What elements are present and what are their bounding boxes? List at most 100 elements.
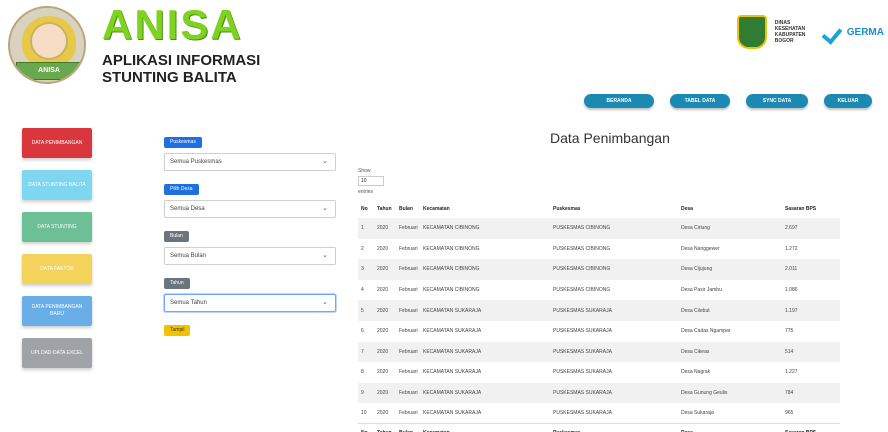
tahun-select-value: Semua Tahun xyxy=(170,300,207,306)
menu-button-data-stunting-balita[interactable]: DATA STUNTING BALITA xyxy=(22,170,92,200)
table-cell: KECAMATAN SUKARAJA xyxy=(423,410,482,417)
entries-per-page-value: 10 xyxy=(361,178,367,184)
desa-select[interactable]: Semua Desa ⌄ xyxy=(164,200,336,218)
tahun-select[interactable]: Semua Tahun ⌄ xyxy=(164,294,336,312)
table-cell: Februari xyxy=(399,225,418,232)
column-header[interactable]: No xyxy=(358,423,374,432)
table-cell: 2020 xyxy=(377,225,389,232)
table-row[interactable]: 3 2020 Februari KECAMATAN CIBINONG PUSKESMAS… xyxy=(358,259,840,280)
left-menu: DATA PENIMBANGAN DATA STUNTING BALITA DATA… xyxy=(22,128,92,380)
menu-button-upload-data-excel[interactable]: UPLOAD DATA EXCEL xyxy=(22,338,92,368)
column-header[interactable]: Kecamatan xyxy=(420,200,550,218)
table-cell: Februari xyxy=(399,369,418,376)
table-cell: Februari xyxy=(399,245,418,252)
column-header[interactable]: Bulan xyxy=(396,200,420,218)
table-cell: Desa Cijujung xyxy=(681,266,713,273)
nav-button-tabel-data[interactable]: TABEL DATA xyxy=(670,94,730,108)
data-panel: Data Penimbangan Show 10 entries No Tahun… xyxy=(352,130,886,432)
table-cell: 2020 xyxy=(377,328,389,335)
table-cell: 2.697 xyxy=(785,225,798,232)
table-cell: Desa Cadas Ngampar xyxy=(681,328,731,335)
tampil-button[interactable]: Tampil xyxy=(164,325,191,336)
table-cell: 9 xyxy=(361,390,364,397)
menu-button-data-stunting[interactable]: DATA STUNTING xyxy=(22,212,92,242)
chevron-down-icon: ⌄ xyxy=(322,158,328,165)
column-header[interactable]: Sasaran BPS xyxy=(782,200,840,218)
table-row[interactable]: 8 2020 Februari KECAMATAN SUKARAJA PUSKESMAS… xyxy=(358,362,840,383)
table-cell: 965 xyxy=(785,410,794,417)
table-cell: PUSKESMAS SUKARAJA xyxy=(553,410,612,417)
table-cell: 5 xyxy=(361,307,364,314)
table-row[interactable]: 1 2020 Februari KECAMATAN CIBINONG PUSKESMAS… xyxy=(358,218,840,239)
puskesmas-select[interactable]: Semua Puskesmas ⌄ xyxy=(164,153,336,171)
menu-button-data-penimbangan-baru[interactable]: DATA PENIMBANGAN BARU xyxy=(22,296,92,326)
table-row[interactable]: 5 2020 Februari KECAMATAN SUKARAJA PUSKESMAS… xyxy=(358,300,840,321)
table-cell: Februari xyxy=(399,348,418,355)
table-cell: 2020 xyxy=(377,266,389,273)
table-cell: 2020 xyxy=(377,245,389,252)
table-cell: 514 xyxy=(785,348,794,355)
entries-per-page-select[interactable]: 10 xyxy=(358,176,384,186)
regency-seal-icon xyxy=(736,15,767,49)
table-cell: 10 xyxy=(361,410,367,417)
nav-button-beranda[interactable]: BERANDA xyxy=(584,94,654,108)
chevron-down-icon: ⌄ xyxy=(322,299,328,306)
column-header[interactable]: Tahun xyxy=(374,423,396,432)
table-cell: KECAMATAN CIBINONG xyxy=(423,287,480,294)
menu-button-data-faktor[interactable]: DATA FAKTOR xyxy=(22,254,92,284)
table-cell: KECAMATAN SUKARAJA xyxy=(423,348,482,355)
table-cell: 1.197 xyxy=(785,307,798,314)
column-header[interactable]: Bulan xyxy=(396,423,420,432)
column-header[interactable]: No xyxy=(358,200,374,218)
table-row[interactable]: 4 2020 Februari KECAMATAN CIBINONG PUSKESMAS… xyxy=(358,280,840,301)
table-cell: 775 xyxy=(785,328,794,335)
column-header[interactable]: Tahun xyxy=(374,200,396,218)
table-cell: Desa Cikeas xyxy=(681,348,710,355)
table-cell: PUSKESMAS CIBINONG xyxy=(553,287,611,294)
table-cell: 2020 xyxy=(377,307,389,314)
brand-subtitle-line2: STUNTING BALITA xyxy=(102,69,237,86)
column-header[interactable]: Kecamatan xyxy=(420,423,550,432)
column-header[interactable]: Puskesmas xyxy=(550,423,678,432)
table-cell: 6 xyxy=(361,328,364,335)
table-cell: KECAMATAN CIBINONG xyxy=(423,225,480,232)
table-cell: 2.011 xyxy=(785,266,798,273)
table-cell: KECAMATAN SUKARAJA xyxy=(423,369,482,376)
table-row[interactable]: 10 2020 Februari KECAMATAN SUKARAJA PUSKESMA… xyxy=(358,403,840,424)
data-table: No Tahun Bulan Kecamatan Puskesmas Desa Sasara… xyxy=(358,200,840,432)
table-row[interactable]: 9 2020 Februari KECAMATAN SUKARAJA PUSKESMAS… xyxy=(358,382,840,404)
column-header[interactable]: Puskesmas xyxy=(550,200,678,218)
table-header-row: No Tahun Bulan Kecamatan Puskesmas Desa Sasara… xyxy=(358,200,840,218)
logo-banner: ANISA xyxy=(16,62,82,80)
menu-button-data-penimbangan[interactable]: DATA PENIMBANGAN xyxy=(22,128,92,158)
table-cell: 2020 xyxy=(377,287,389,294)
table-cell: 2020 xyxy=(377,348,389,355)
table-cell: Februari xyxy=(399,287,418,294)
desa-select-value: Semua Desa xyxy=(170,206,205,212)
nav-button-sync-data[interactable]: SYNC DATA xyxy=(746,94,808,108)
table-cell: 2 xyxy=(361,245,364,252)
checkmark-icon xyxy=(823,21,845,43)
bulan-select[interactable]: Semua Bulan ⌄ xyxy=(164,247,336,265)
column-header[interactable]: Desa xyxy=(678,423,782,432)
table-cell: 2020 xyxy=(377,369,389,376)
chevron-down-icon: ⌄ xyxy=(322,252,328,259)
table-cell: PUSKESMAS SUKARAJA xyxy=(553,369,612,376)
table-row[interactable]: 7 2020 Februari KECAMATAN SUKARAJA PUSKESMAS… xyxy=(358,341,840,363)
column-header[interactable]: Desa xyxy=(678,200,782,218)
nav-button-keluar[interactable]: KELUAR xyxy=(824,94,872,108)
bulan-filter-label: Bulan xyxy=(164,231,189,242)
app-logo[interactable]: ANISA xyxy=(8,6,86,84)
puskesmas-filter-label: Puskesmas xyxy=(164,137,202,148)
table-row[interactable]: 2 2020 Februari KECAMATAN CIBINONG PUSKESMAS… xyxy=(358,239,840,260)
table-cell: 1.272 xyxy=(785,245,798,252)
table-row[interactable]: 6 2020 Februari KECAMATAN SUKARAJA PUSKESMAS… xyxy=(358,321,840,342)
table-cell: 1 xyxy=(361,225,364,232)
column-header[interactable]: Sasaran BPS xyxy=(782,423,840,432)
table-cell: 2020 xyxy=(377,410,389,417)
table-body: 1 2020 Februari KECAMATAN CIBINONG PUSKESMAS… xyxy=(358,218,840,424)
table-cell: Desa Nagrak xyxy=(681,369,711,376)
show-label: Show xyxy=(358,168,371,174)
table-cell: Februari xyxy=(399,410,418,417)
table-cell: 1.227 xyxy=(785,369,798,376)
